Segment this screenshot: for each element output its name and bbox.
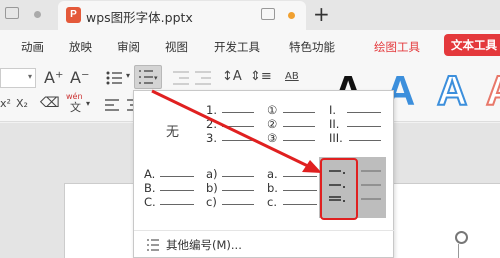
marker: 3. <box>206 131 217 145</box>
monitor-icon[interactable] <box>261 8 275 20</box>
phonetic-button[interactable]: wén <box>66 93 83 101</box>
more-numbering-menu-item[interactable]: 其他编号(M)... <box>134 230 394 258</box>
numbering-option-lower-alpha[interactable]: a. b. c. <box>265 163 327 219</box>
ppt-logo-icon: P <box>66 7 81 23</box>
font-size-field[interactable]: ▾ <box>0 68 36 88</box>
sort-icon[interactable]: ↕A <box>222 70 242 83</box>
tab-text-tools[interactable]: 文本工具 <box>444 34 500 56</box>
marker: A. <box>144 167 156 181</box>
subscript-button[interactable]: X₂ <box>16 98 28 109</box>
marker: III. <box>329 131 343 145</box>
bullet-list-icon <box>106 71 122 85</box>
marker: a) <box>206 167 218 181</box>
numbered-list-icon: ▾ <box>139 70 158 84</box>
more-numbering-label: 其他编号(M)... <box>166 238 242 252</box>
marker: b) <box>206 181 218 195</box>
marker: a. <box>267 167 278 181</box>
marker: 1. <box>206 103 217 117</box>
style-a-outline-blue[interactable]: A <box>436 69 468 113</box>
menu-bar: 动画 放映 审阅 视图 开发工具 特色功能 绘图工具 文本工具 <box>0 30 500 60</box>
window-icon[interactable] <box>5 7 19 19</box>
numbering-none-option[interactable]: 无 <box>136 99 198 155</box>
align-left-icon[interactable] <box>104 98 120 112</box>
marker: II. <box>329 117 340 131</box>
numbering-option-upper-alpha[interactable]: A. B. C. <box>140 163 202 219</box>
menu-view[interactable]: 视图 <box>165 39 188 55</box>
marker: I. <box>329 103 337 117</box>
numbered-list-icon <box>147 239 159 251</box>
increase-indent-icon[interactable] <box>194 70 212 86</box>
menu-drawing-tools[interactable]: 绘图工具 <box>374 39 420 55</box>
chevron-down-icon: ▾ <box>27 72 32 81</box>
marker: b. <box>267 181 278 195</box>
menu-review[interactable]: 审阅 <box>117 39 140 55</box>
chevron-down-icon[interactable]: ▾ <box>126 72 130 80</box>
font-shrink-button[interactable]: A⁻ <box>70 70 89 86</box>
status-dot <box>34 11 41 18</box>
rotate-handle-icon[interactable] <box>455 231 468 244</box>
menu-animation[interactable]: 动画 <box>21 39 44 55</box>
chevron-down-icon[interactable]: ▾ <box>86 100 90 108</box>
numbering-option-paren-alpha[interactable]: a) b) c) <box>202 163 264 219</box>
svg-text:▾: ▾ <box>154 74 158 82</box>
menu-slideshow[interactable]: 放映 <box>69 39 92 55</box>
menu-developer[interactable]: 开发工具 <box>214 39 260 55</box>
superscript-button[interactable]: x² <box>0 98 11 109</box>
document-title: wps图形字体.pptx <box>86 10 193 25</box>
marker: C. <box>144 195 156 209</box>
marker: 2. <box>206 117 217 131</box>
marker: ① <box>267 103 278 117</box>
numbering-option-circled[interactable]: ① ② ③ <box>265 99 327 155</box>
font-grow-button[interactable]: A⁺ <box>44 70 63 86</box>
numbering-option-roman[interactable]: I. II. III. <box>327 99 389 155</box>
marker: ③ <box>267 131 278 145</box>
decrease-indent-icon[interactable] <box>172 70 190 86</box>
style-a-outline-pink[interactable]: A <box>485 69 500 113</box>
marker: B. <box>144 181 156 195</box>
none-label: 无 <box>166 125 180 140</box>
marker: ② <box>267 117 278 131</box>
marker: c. <box>267 195 277 209</box>
numbering-button[interactable]: ▾ <box>134 65 162 89</box>
unsaved-dot <box>288 12 295 19</box>
annotation-highlight-box <box>320 158 358 220</box>
numbering-option-123[interactable]: 1. 2. 3. <box>202 99 264 155</box>
eraser-icon[interactable]: ⌫ <box>40 96 60 110</box>
line-spacing-icon[interactable]: ⇕≡ <box>250 70 272 83</box>
phonetic-char-icon: 文 <box>70 101 81 114</box>
menu-features[interactable]: 特色功能 <box>289 39 335 55</box>
new-tab-button[interactable]: + <box>313 2 330 26</box>
document-tab[interactable]: P wps图形字体.pptx <box>58 1 306 30</box>
rotate-handle-line <box>458 244 459 258</box>
marker: c) <box>206 195 217 209</box>
title-bar: P wps图形字体.pptx + <box>0 0 500 30</box>
text-direction-button[interactable]: AB <box>285 72 299 82</box>
bullet-list-button[interactable] <box>106 70 124 86</box>
